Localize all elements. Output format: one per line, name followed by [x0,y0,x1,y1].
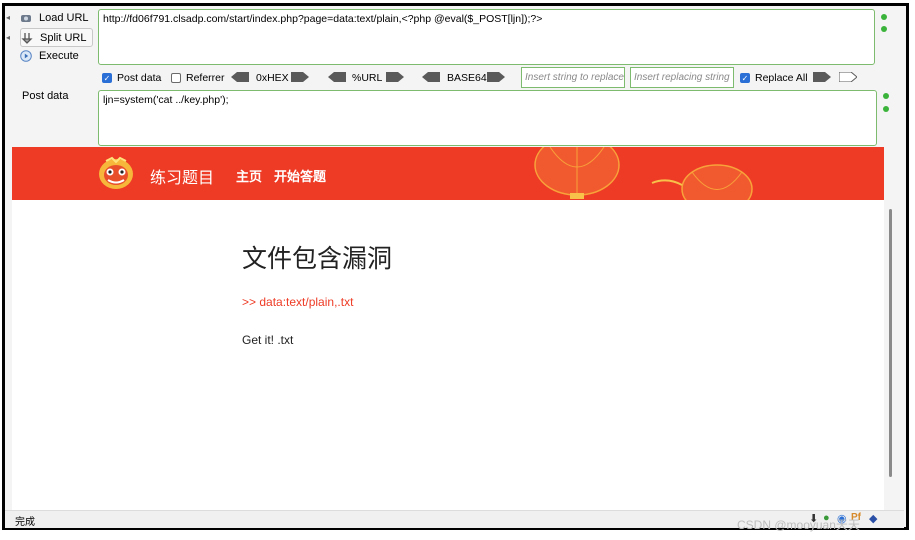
left-edge-marker: ◂ [6,33,11,42]
vertical-scrollbar[interactable] [887,151,895,509]
split-url-label: Split URL [40,31,87,44]
base64-encode-arrow-icon[interactable] [487,72,505,82]
load-url-label: Load URL [39,11,89,24]
url-status-dot [881,14,887,20]
shield-icon[interactable]: ◆ [869,512,877,525]
base64-decode-arrow-icon[interactable] [422,72,440,82]
status-text: 完成 [15,517,35,528]
post-status-dot [883,106,889,112]
nav-start-quiz-link[interactable]: 开始答题 [274,166,326,185]
replace-string-input[interactable]: Insert string to replace [521,67,625,88]
base64-label: BASE64 [447,72,487,84]
replace-next-arrow-icon[interactable] [839,72,857,82]
breadcrumb: >> data:text/plain,.txt [242,295,354,309]
hex-label: 0xHEX [256,72,289,84]
split-url-button[interactable]: Split URL [20,28,94,47]
replace-run-arrow-icon[interactable] [813,72,831,82]
post-status-dot [883,93,889,99]
check-icon: ✓ [102,73,112,83]
load-url-button[interactable]: Load URL [20,9,89,26]
lantern-decoration-icon [534,147,753,200]
post-data-label: Post data [22,90,69,102]
checkbox-empty-icon [171,73,181,83]
replacing-string-input[interactable]: Insert replacing string [630,67,734,88]
play-icon [20,49,32,62]
hex-decode-arrow-icon[interactable] [231,72,249,82]
watermark: CSDN @mooyuan天天 [737,518,860,532]
split-url-icon [21,32,33,44]
page-heading: 文件包含漏洞 [242,245,393,273]
nav-home-link[interactable]: 主页 [236,166,262,185]
post-data-checkbox[interactable]: ✓ Post data [102,70,161,86]
post-data-option-label: Post data [117,72,162,84]
replace-all-checkbox[interactable]: ✓ Replace All [740,70,808,86]
url-input[interactable]: http://fd06f791.clsadp.com/start/index.p… [98,9,875,65]
url-encode-label: %URL [352,72,383,84]
result-text: Get it! .txt [242,333,294,347]
url-encode-arrow-icon[interactable] [386,72,404,82]
site-header: 练习题目 主页 开始答题 [12,147,884,200]
execute-label: Execute [39,49,79,62]
referrer-checkbox[interactable]: Referrer [171,70,225,86]
url-status-dot [881,26,887,32]
post-data-input[interactable]: ljn=system('cat ../key.php'); [98,90,877,146]
hex-encode-arrow-icon[interactable] [291,72,309,82]
load-url-icon [20,12,32,24]
check-icon: ✓ [740,73,750,83]
lion-logo-icon [99,156,133,189]
left-edge-marker: ◂ [6,13,11,22]
url-decode-arrow-icon[interactable] [328,72,346,82]
web-page: 练习题目 主页 开始答题 文件包含漏洞 >> data:text/plain,.… [12,147,884,510]
execute-button[interactable]: Execute [20,47,79,64]
site-title: 练习题目 [150,170,215,187]
replace-all-label: Replace All [755,72,808,84]
referrer-label: Referrer [186,72,225,84]
scrollbar-thumb[interactable] [889,209,892,477]
